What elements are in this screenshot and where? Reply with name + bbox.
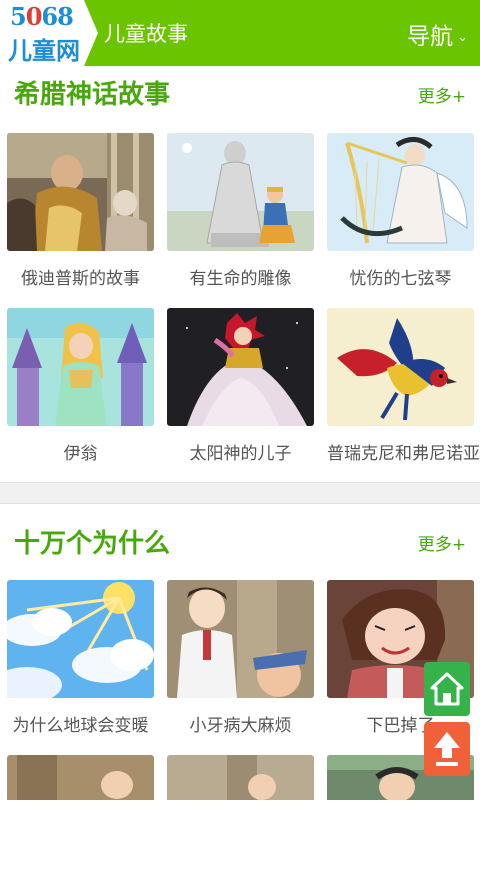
thumbnail-living-statue: [167, 133, 314, 251]
top-bar: 5068 儿童网 儿童故事 导航 ⌄: [0, 0, 480, 66]
thumbnail-global-warming: [7, 580, 154, 698]
logo-number: 5068: [10, 2, 74, 31]
section-title-why: 十万个为什么: [14, 529, 171, 559]
list-item[interactable]: 为什么地球会变暖: [7, 580, 154, 736]
more-link-greek-myths[interactable]: 更多+: [418, 82, 466, 107]
home-icon: [430, 672, 464, 706]
back-to-top-button[interactable]: [424, 722, 470, 776]
item-caption: 小牙病大麻烦: [189, 716, 292, 736]
item-caption: 俄迪普斯的故事: [21, 269, 140, 289]
list-item[interactable]: 有生命的雕像: [167, 133, 314, 289]
site-logo[interactable]: 5068 儿童网: [0, 0, 84, 66]
thumbnail-tooth: [167, 580, 314, 698]
item-caption: 伊翁: [63, 444, 98, 464]
nav-menu-button[interactable]: 导航 ⌄: [407, 17, 468, 51]
item-caption: 太阳神的儿子: [189, 444, 292, 464]
logo-arrow: [84, 0, 98, 66]
section-title-greek-myths: 希腊神话故事: [14, 80, 171, 110]
page-title: 儿童故事: [104, 22, 188, 46]
item-caption: 有生命的雕像: [189, 269, 292, 289]
thumbnail-swallow: [327, 308, 474, 426]
thumbnail-lyre: [327, 133, 474, 251]
list-item[interactable]: 小牙病大麻烦: [167, 580, 314, 736]
more-link-why[interactable]: 更多+: [418, 530, 466, 555]
home-button[interactable]: [424, 662, 470, 716]
list-item[interactable]: 伊翁: [7, 308, 154, 464]
thumbnail-oedipus: [7, 133, 154, 251]
section-divider: [0, 482, 480, 504]
thumbnail-partial[interactable]: [167, 755, 314, 873]
list-item[interactable]: 普瑞克尼和弗尼诺亚: [327, 308, 480, 464]
chevron-down-icon: ⌄: [457, 30, 468, 45]
arrow-up-icon: [434, 732, 460, 766]
thumbnail-partial[interactable]: [7, 755, 154, 873]
logo-text: 儿童网: [8, 37, 80, 65]
item-caption: 为什么地球会变暖: [12, 716, 149, 736]
thumbnail-sun-god-son: [167, 308, 314, 426]
thumbnail-ion: [7, 308, 154, 426]
list-item[interactable]: 太阳神的儿子: [167, 308, 314, 464]
nav-label: 导航: [407, 24, 454, 50]
list-item[interactable]: 俄迪普斯的故事: [7, 133, 154, 289]
list-item[interactable]: 忧伤的七弦琴: [327, 133, 474, 289]
item-caption: 忧伤的七弦琴: [349, 269, 452, 289]
item-caption: 普瑞克尼和弗尼诺亚: [327, 444, 480, 464]
